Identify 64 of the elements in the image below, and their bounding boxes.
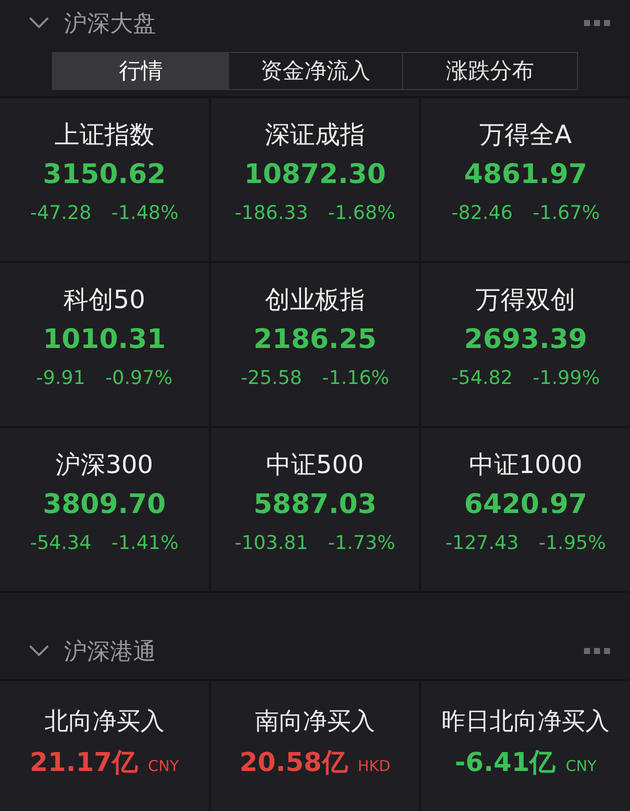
index-percent: -1.73% — [328, 532, 396, 554]
index-name: 万得全A — [480, 119, 572, 151]
index-card[interactable]: 中证1000 6420.97 -127.43 -1.95% — [421, 428, 630, 591]
flow-card[interactable]: 昨日北向净买入 -6.41亿 CNY — [421, 681, 630, 811]
flow-label: 北向净买入 — [44, 706, 164, 737]
index-card[interactable]: 创业板指 2186.25 -25.58 -1.16% — [210, 263, 420, 426]
index-card[interactable]: 科创50 1010.31 -9.91 -0.97% — [0, 263, 209, 426]
index-percent: -1.67% — [532, 202, 600, 224]
section-title: 沪深港通 — [64, 638, 157, 666]
index-percent: -1.95% — [538, 532, 606, 554]
index-name: 上证指数 — [54, 119, 154, 151]
index-name: 中证500 — [266, 449, 364, 481]
index-change: -47.28 — [30, 202, 92, 224]
index-percent: -1.68% — [328, 202, 396, 224]
index-change: -127.43 — [445, 532, 519, 554]
index-card[interactable]: 沪深300 3809.70 -54.34 -1.41% — [0, 428, 209, 591]
index-change: -82.46 — [451, 202, 513, 224]
more-icon[interactable] — [584, 20, 610, 26]
index-value: 3150.62 — [42, 159, 166, 190]
index-change: -103.81 — [234, 532, 308, 554]
flow-card[interactable]: 南向净买入 20.58亿 HKD — [210, 681, 420, 811]
index-change: -25.58 — [240, 367, 302, 389]
index-percent: -1.48% — [111, 202, 179, 224]
chevron-icon[interactable] — [28, 644, 50, 658]
index-change: -54.82 — [451, 367, 513, 389]
index-change: -9.91 — [36, 367, 86, 389]
index-value: 6420.97 — [464, 489, 588, 520]
index-card[interactable]: 上证指数 3150.62 -47.28 -1.48% — [0, 98, 209, 261]
index-card[interactable]: 万得全A 4861.97 -82.46 -1.67% — [421, 98, 630, 261]
section-title: 沪深大盘 — [64, 10, 157, 38]
flow-card[interactable]: 北向净买入 21.17亿 CNY — [0, 681, 209, 811]
flow-label: 昨日北向净买入 — [442, 706, 610, 737]
index-value: 3809.70 — [42, 489, 166, 520]
flow-label: 南向净买入 — [254, 706, 375, 737]
index-value: 2693.39 — [464, 324, 588, 355]
currency-label: CNY — [148, 757, 179, 775]
index-percent: -0.97% — [105, 367, 173, 389]
index-card[interactable]: 深证成指 10872.30 -186.33 -1.68% — [210, 98, 420, 261]
currency-label: CNY — [566, 757, 597, 775]
index-name: 科创50 — [63, 284, 146, 316]
index-name: 沪深300 — [55, 449, 154, 481]
index-percent: -1.99% — [532, 367, 600, 389]
index-change: -186.33 — [234, 202, 308, 224]
index-percent: -1.16% — [322, 367, 390, 389]
index-value: 4861.97 — [464, 159, 588, 190]
more-icon[interactable] — [584, 648, 610, 654]
index-name: 深证成指 — [264, 119, 365, 151]
tab[interactable]: 行情 — [53, 53, 228, 89]
index-value: 2186.25 — [254, 324, 376, 355]
index-value: 5887.03 — [254, 489, 376, 520]
chevron-icon[interactable] — [28, 16, 50, 30]
flow-value: 21.17亿 — [30, 747, 138, 780]
flow-value: 20.58亿 — [240, 747, 348, 780]
index-value: 1010.31 — [42, 324, 166, 355]
index-name: 中证1000 — [468, 449, 582, 481]
index-change: -54.34 — [30, 532, 92, 554]
index-percent: -1.41% — [111, 532, 179, 554]
currency-label: HKD — [358, 757, 390, 775]
index-card[interactable]: 万得双创 2693.39 -54.82 -1.99% — [421, 263, 630, 426]
index-name: 万得双创 — [476, 284, 576, 316]
index-card[interactable]: 中证500 5887.03 -103.81 -1.73% — [210, 428, 420, 591]
flow-value: -6.41亿 — [454, 747, 556, 780]
index-name: 创业板指 — [264, 284, 365, 316]
index-value: 10872.30 — [244, 159, 386, 190]
